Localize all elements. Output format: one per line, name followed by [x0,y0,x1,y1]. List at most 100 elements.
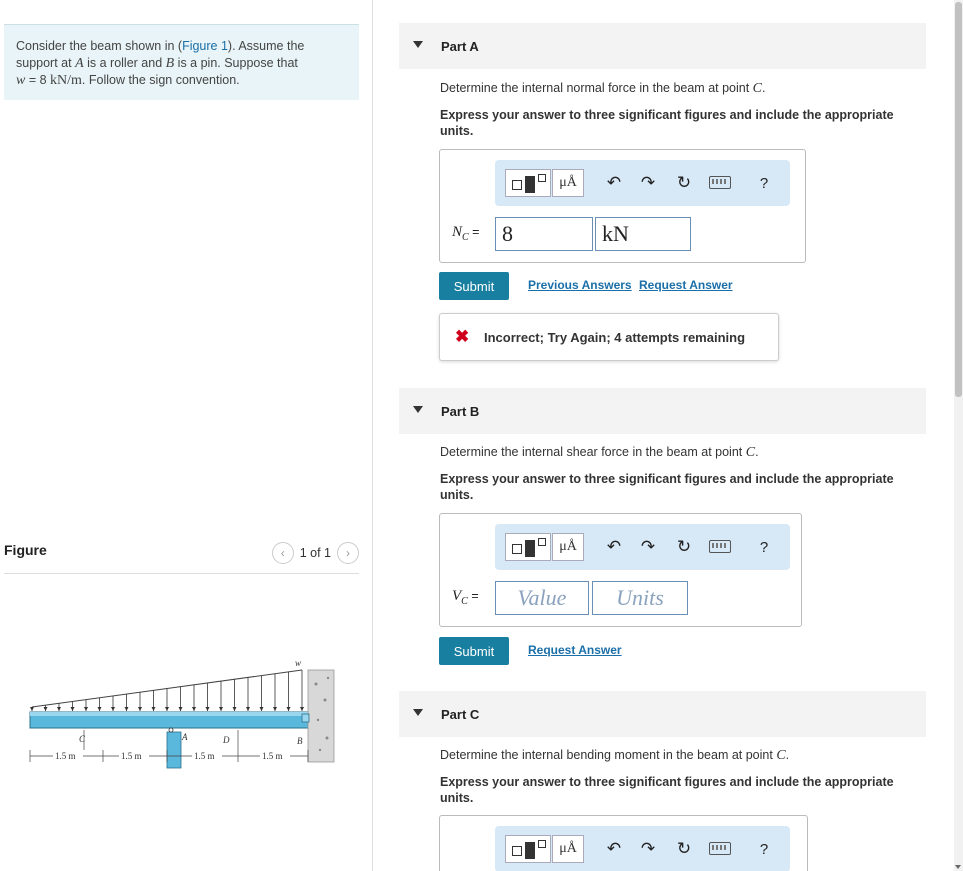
a-label: A [181,732,188,742]
pane-divider[interactable] [372,0,373,871]
value-input[interactable]: Value [495,581,589,615]
lhs-eq: = [467,589,479,603]
question-text: . [785,748,790,762]
load-arrowhead [192,707,196,711]
part-a-header[interactable]: Part A [399,23,926,69]
units-button[interactable]: μÅ [552,169,584,197]
load-arrowhead [178,707,183,711]
load-arrowhead [111,707,115,711]
submit-button[interactable]: Submit [439,272,509,300]
dim-3: 1.5 m [194,751,215,761]
units-button[interactable]: μÅ [552,533,584,561]
load-arrowhead [300,707,304,711]
question-text: Determine the internal shear force in th… [440,445,746,459]
problem-text: . Follow the sign convention. [81,73,240,87]
lhs-var: N [452,224,463,240]
help-icon[interactable]: ? [753,837,775,861]
var-c: C [776,748,786,763]
part-b-answer-box: μÅ ↶ ↷ ↻ ? VC = Value Units [439,513,802,627]
undo-icon[interactable]: ↶ [603,171,625,195]
part-c-instruction: Express your answer to three significant… [440,775,894,805]
collapse-triangle-icon [413,41,423,48]
templates-icon[interactable] [505,533,551,561]
load-arrowhead [205,707,210,711]
pin-b [301,713,310,723]
problem-text: is a roller and [83,55,166,70]
help-icon[interactable]: ? [753,535,775,559]
load-arrowhead [124,707,129,711]
collapse-triangle-icon [413,406,423,413]
reset-icon[interactable]: ↻ [673,171,695,195]
question-text: Determine the internal normal force in t… [440,81,753,95]
scroll-down-icon[interactable] [955,865,961,869]
collapse-triangle-icon [413,709,423,716]
part-b-lhs: VC = [452,588,479,607]
part-c-header[interactable]: Part C [399,691,926,737]
units-input[interactable]: Units [592,581,688,615]
var-c: C [745,445,756,460]
undo-icon[interactable]: ↶ [603,535,625,559]
var-w: w [16,73,26,88]
load-arrowhead [286,707,291,711]
undo-icon[interactable]: ↶ [603,837,625,861]
previous-answers-link[interactable]: Previous Answers [528,278,632,292]
part-a-question: Determine the internal normal force in t… [440,80,920,97]
part-b-instruction: Express your answer to three significant… [440,472,894,502]
request-answer-link[interactable]: Request Answer [639,278,733,292]
d-label: D [222,735,230,745]
next-figure-icon[interactable]: › [337,542,359,564]
var-a: A [75,55,84,71]
part-a-lhs: NC = [452,224,479,243]
templates-icon[interactable] [505,835,551,863]
load-arrowhead [57,707,61,711]
figure-title: Figure [4,542,47,558]
keyboard-icon[interactable] [709,176,731,189]
part-c-label: Part C [441,707,480,722]
load-arrowhead [246,707,250,711]
redo-icon[interactable]: ↷ [637,171,659,195]
load-arrowhead [151,707,156,711]
keyboard-icon[interactable] [709,842,731,855]
lhs-var: V [452,588,462,604]
beam-highlight [30,712,308,716]
keyboard-icon[interactable] [709,540,731,553]
value-input[interactable]: 8 [495,217,593,251]
question-text: . [755,445,759,459]
w-label: w [295,658,301,668]
reset-icon[interactable]: ↻ [673,837,695,861]
dim-4: 1.5 m [262,751,283,761]
scrollbar-thumb[interactable] [955,2,962,397]
part-b-header[interactable]: Part B [399,388,926,434]
scrollbar[interactable] [954,0,963,871]
part-a-label: Part A [441,39,479,54]
part-a-answer-box: μÅ ↶ ↷ ↻ ? NC = 8 kN [439,149,806,263]
load-arrowhead [43,707,48,711]
reset-icon[interactable]: ↻ [673,535,695,559]
question-text: Determine the internal bending moment in… [440,748,777,762]
pager-text: 1 of 1 [299,546,331,560]
units-input[interactable]: kN [595,217,691,251]
dim-1: 1.5 m [55,751,76,761]
dim-2: 1.5 m [121,751,142,761]
redo-icon[interactable]: ↷ [637,837,659,861]
load-arrowhead [232,707,237,711]
load-arrows [30,670,304,711]
left-pane: Consider the beam shown in (Figure 1). A… [0,0,372,871]
load-arrowhead [84,707,88,711]
math-toolbar: μÅ ↶ ↷ ↻ ? [495,160,790,206]
wall [307,669,335,763]
math-toolbar: μÅ ↶ ↷ ↻ ? [495,524,790,570]
figure-header: Figure ‹ 1 of 1 › [4,542,359,574]
load-arrowhead [138,707,142,711]
load-arrowhead [30,707,34,711]
submit-button[interactable]: Submit [439,637,509,665]
units-button[interactable]: μÅ [552,835,584,863]
request-answer-link[interactable]: Request Answer [528,643,622,657]
templates-icon[interactable] [505,169,551,197]
part-a-instruction: Express your answer to three significant… [440,108,894,138]
figure-link[interactable]: Figure 1 [182,39,228,53]
help-icon[interactable]: ? [753,171,775,195]
prev-figure-icon[interactable]: ‹ [271,542,294,564]
redo-icon[interactable]: ↷ [637,535,659,559]
lhs-sub: C [462,232,469,243]
